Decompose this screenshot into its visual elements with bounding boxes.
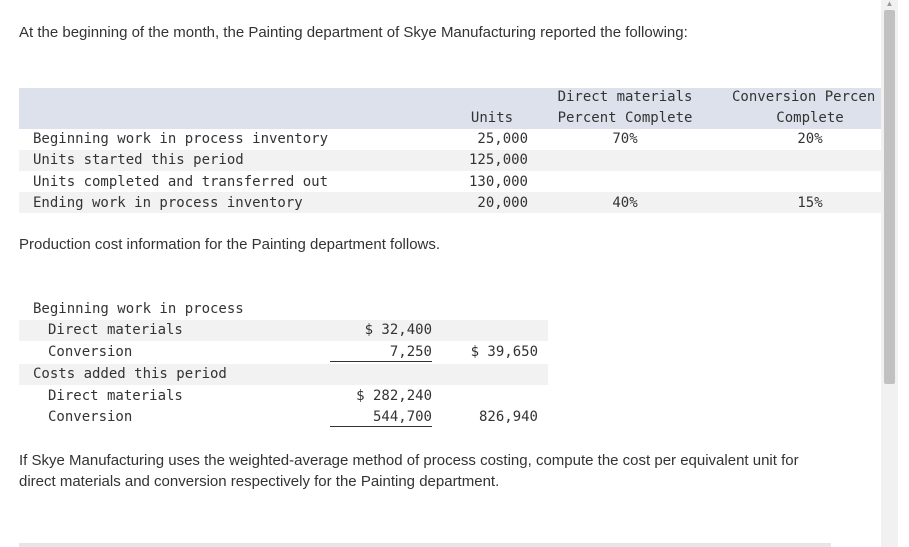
scrollbar-thumb[interactable] [884,10,895,384]
scroll-up-arrow-icon[interactable]: ▲ [884,0,895,8]
row-units: 20,000 [477,195,528,211]
beg-total: $ 39,650 [470,344,538,360]
header-dm-line1: Direct materials [557,89,693,105]
header-conv-line1: Conversion Percen [732,89,876,105]
intro-text: At the beginning of the month, the Paint… [19,24,688,41]
add-dm-label: Direct materials [48,388,183,404]
row-label: Units completed and transferred out [33,174,329,190]
row-dm-percent: 40% [612,195,638,211]
beg-conv-value: 7,250 [330,344,432,362]
add-dm-value: $ 282,240 [356,388,432,404]
row-conv-percent: 15% [797,195,823,211]
question-text: If Skye Manufacturing uses the weighted-… [19,452,799,490]
beg-dm-value: $ 32,400 [364,322,432,338]
cost-intro-text: Production cost information for the Pain… [19,236,441,253]
header-conv-line2: Complete [776,110,844,126]
row-conv-percent: 20% [797,131,823,147]
add-conv-label: Conversion [48,409,133,425]
beg-conv-label: Conversion [48,344,133,360]
beginning-wip-label: Beginning work in process [33,301,244,317]
row-dm-percent: 70% [612,131,638,147]
row-label: Units started this period [33,152,244,168]
answer-area-edge [19,543,831,547]
row-units: 130,000 [468,174,528,190]
header-dm-line2: Percent Complete [557,110,693,126]
add-total: 826,940 [478,409,538,425]
header-units: Units [470,110,514,126]
added-label: Costs added this period [33,366,227,382]
row-units: 25,000 [477,131,528,147]
row-label: Ending work in process inventory [33,195,303,211]
row-units: 125,000 [468,152,528,168]
add-conv-value: 544,700 [330,409,432,427]
row-label: Beginning work in process inventory [33,131,329,147]
beg-dm-label: Direct materials [48,322,183,338]
